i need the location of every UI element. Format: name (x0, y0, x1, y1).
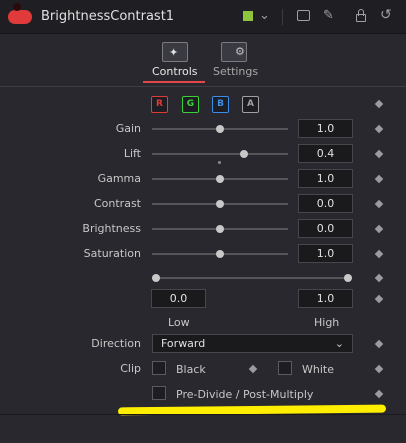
bottom-divider (0, 414, 406, 415)
saturation-label: Saturation (83, 247, 141, 260)
clip-white-checkbox[interactable] (278, 361, 292, 375)
channel-g-button[interactable]: G (182, 96, 199, 113)
predivide-label: Pre-Divide / Post-Multiply (176, 388, 314, 401)
chevron-down-icon[interactable]: ⌄ (259, 9, 270, 23)
keyframe-diamond-icon[interactable] (374, 294, 384, 304)
lift-label: Lift (123, 147, 141, 160)
node-title: BrightnessContrast1 (41, 9, 175, 24)
range-track[interactable] (156, 277, 348, 279)
contrast-label: Contrast (93, 197, 141, 210)
gamma-slider-thumb[interactable] (216, 175, 224, 183)
clip-black-label: Black (176, 363, 206, 376)
keyframe-diamond-icon[interactable] (374, 339, 384, 349)
channel-r-button[interactable]: R (151, 96, 168, 113)
lock-shackle (358, 9, 364, 16)
gain-slider-thumb[interactable] (216, 125, 224, 133)
pin-icon[interactable]: ✎ (323, 9, 334, 23)
contrast-value-input[interactable]: 0.0 (298, 194, 353, 213)
channel-a-button[interactable]: A (242, 96, 259, 113)
gain-label: Gain (115, 122, 141, 135)
node-color-swatch[interactable] (243, 11, 253, 21)
controls-wand-icon[interactable]: ✦ (162, 42, 188, 62)
gamma-value-input[interactable]: 1.0 (298, 169, 353, 188)
range-low-label: Low (168, 316, 190, 329)
keyframe-diamond-icon[interactable] (374, 273, 384, 283)
range-low-thumb[interactable] (152, 274, 160, 282)
chevron-down-icon: ⌄ (334, 337, 344, 350)
keyframe-diamond-icon[interactable] (248, 364, 258, 374)
keyframe-diamond-icon[interactable] (374, 389, 384, 399)
lift-slider-track[interactable] (152, 153, 288, 155)
predivide-checkbox[interactable] (152, 386, 166, 400)
keyframe-diamond-icon[interactable] (374, 99, 384, 109)
channel-b-button[interactable]: B (212, 96, 229, 113)
saturation-value-input[interactable]: 1.0 (298, 244, 353, 263)
keyframe-diamond-icon[interactable] (374, 124, 384, 134)
settings-gear-icon[interactable]: ⚙ (221, 42, 247, 62)
lift-value-input[interactable]: 0.4 (298, 144, 353, 163)
tabs-divider (0, 86, 406, 87)
keyframe-diamond-icon[interactable] (374, 174, 384, 184)
range-high-input[interactable]: 1.0 (298, 289, 353, 308)
clip-white-label: White (302, 363, 334, 376)
brightness-label: Brightness (82, 222, 141, 235)
tab-controls[interactable]: Controls (152, 65, 198, 78)
keyframe-diamond-icon[interactable] (374, 224, 384, 234)
direction-select[interactable]: Forward ⌄ (152, 334, 353, 353)
reset-icon[interactable]: ↺ (380, 8, 392, 22)
toggle-knob (13, 3, 21, 11)
window-icon[interactable] (297, 10, 310, 21)
range-low-input[interactable]: 0.0 (151, 289, 206, 308)
keyframe-diamond-icon[interactable] (374, 249, 384, 259)
keyframe-diamond-icon[interactable] (374, 149, 384, 159)
tab-settings[interactable]: Settings (213, 65, 258, 78)
header-divider (282, 9, 283, 25)
clip-black-checkbox[interactable] (152, 361, 166, 375)
gear-glyph: ⚙ (235, 45, 245, 58)
node-enable-toggle[interactable] (8, 10, 32, 24)
active-tab-indicator (143, 81, 205, 83)
default-marker (218, 161, 221, 164)
range-high-label: High (314, 316, 340, 329)
saturation-slider-thumb[interactable] (216, 250, 224, 258)
lift-slider-thumb[interactable] (240, 150, 249, 158)
contrast-slider-thumb[interactable] (216, 200, 224, 208)
keyframe-diamond-icon[interactable] (374, 199, 384, 209)
direction-value: Forward (161, 337, 206, 350)
wand-glyph: ✦ (169, 46, 179, 59)
clip-label: Clip (120, 362, 141, 375)
brightness-value-input[interactable]: 0.0 (298, 219, 353, 238)
keyframe-diamond-icon[interactable] (374, 364, 384, 374)
gain-value-input[interactable]: 1.0 (298, 119, 353, 138)
direction-label: Direction (91, 337, 141, 350)
gamma-label: Gamma (97, 172, 141, 185)
range-high-thumb[interactable] (344, 274, 352, 282)
brightness-slider-thumb[interactable] (216, 225, 224, 233)
